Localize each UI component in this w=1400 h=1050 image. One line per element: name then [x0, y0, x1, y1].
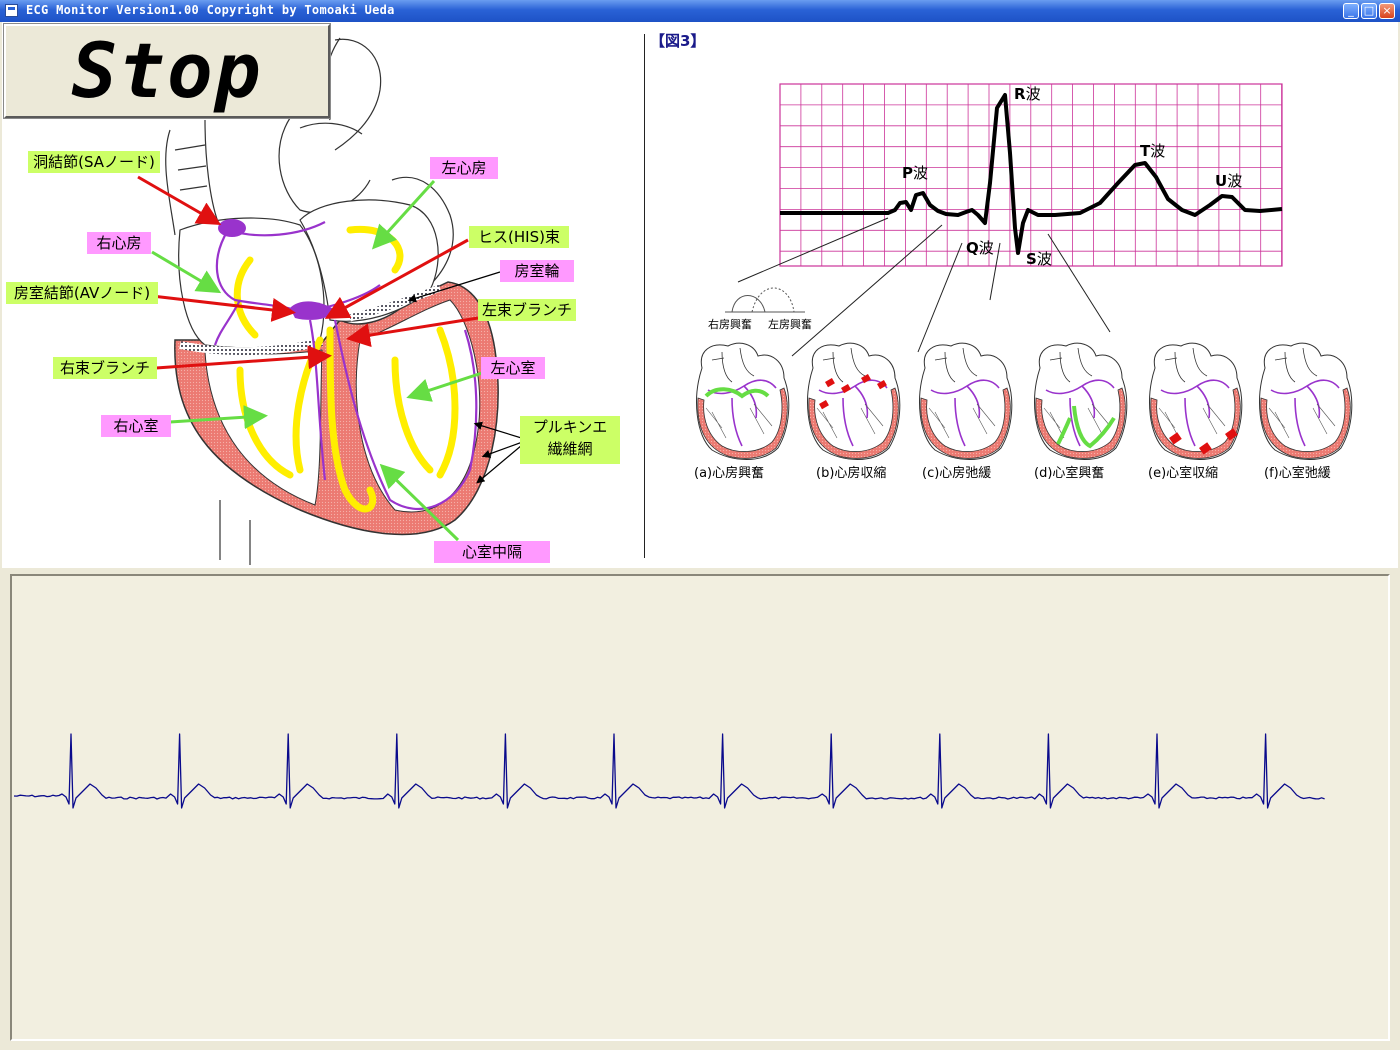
- ecg-monitor-trace: [13, 733, 1325, 809]
- ecg-monitor-plot: [13, 733, 1325, 809]
